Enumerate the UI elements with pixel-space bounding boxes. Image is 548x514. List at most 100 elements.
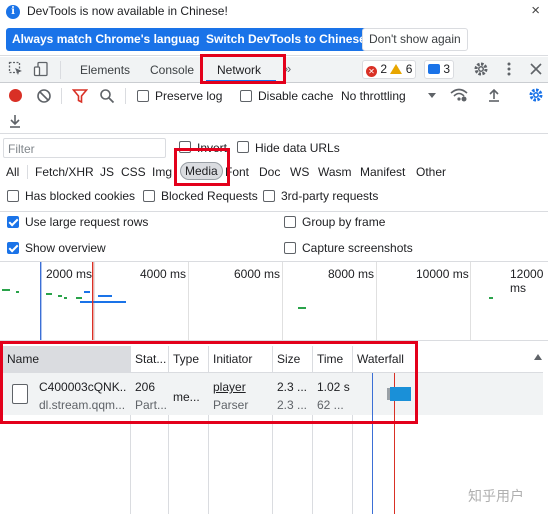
tab-elements[interactable]: Elements — [80, 63, 130, 77]
column-divider — [272, 346, 273, 514]
filter-type-media[interactable]: Media — [180, 162, 223, 180]
large-rows-checkbox[interactable] — [7, 216, 19, 228]
tab-divider — [60, 61, 61, 79]
switch-to-chinese-button[interactable]: Switch DevTools to Chinese — [200, 28, 372, 51]
import-har-icon[interactable] — [486, 87, 502, 103]
filter-type-css[interactable]: CSS — [121, 165, 146, 179]
hide-data-urls-checkbox[interactable] — [237, 141, 249, 153]
search-icon[interactable] — [99, 88, 115, 104]
capture-screenshots-checkbox[interactable] — [284, 242, 296, 254]
export-har-icon[interactable] — [7, 113, 23, 129]
request-type: me... — [173, 390, 200, 404]
always-match-language-button[interactable]: Always match Chrome's language — [6, 28, 213, 51]
column-header-size[interactable]: Size — [273, 346, 312, 372]
hide-data-urls-label: Hide data URLs — [255, 141, 340, 155]
filter-type-fetch-xhr[interactable]: Fetch/XHR — [35, 165, 94, 179]
column-divider — [208, 346, 209, 514]
preserve-log-checkbox[interactable] — [137, 90, 149, 102]
column-header-waterfall[interactable]: Waterfall — [353, 346, 433, 372]
toolbar-divider — [125, 88, 126, 104]
group-by-frame-label: Group by frame — [302, 215, 386, 229]
tab-console[interactable]: Console — [150, 63, 194, 77]
filter-type-img[interactable]: Img — [152, 165, 172, 179]
tab-network[interactable]: Network — [217, 63, 261, 77]
close-icon[interactable]: × — [531, 2, 540, 19]
device-toolbar-icon[interactable] — [33, 61, 49, 77]
invert-label: Invert — [197, 141, 228, 155]
active-tab-indicator — [206, 80, 276, 82]
toolbar-divider — [61, 88, 62, 104]
filter-type-font[interactable]: Font — [225, 165, 249, 179]
throttling-select[interactable]: No throttling — [341, 89, 406, 103]
message-count: 3 — [443, 62, 451, 76]
has-blocked-cookies-label: Has blocked cookies — [25, 189, 136, 203]
inspect-element-icon[interactable] — [8, 61, 24, 77]
group-by-frame-checkbox[interactable] — [284, 216, 296, 228]
show-overview-label: Show overview — [25, 241, 106, 255]
watermark: 知乎用户 — [468, 488, 524, 504]
error-icon: ✕ — [366, 66, 377, 77]
network-conditions-icon[interactable] — [450, 87, 468, 103]
third-party-label: 3rd-party requests — [281, 189, 379, 203]
more-tabs-icon[interactable]: » — [284, 61, 291, 76]
dom-content-loaded-marker — [372, 373, 374, 514]
overview-bars — [2, 262, 493, 340]
third-party-checkbox[interactable] — [263, 190, 275, 202]
message-icon — [428, 64, 440, 74]
filter-icon[interactable] — [72, 88, 88, 104]
info-icon: i — [6, 5, 20, 19]
column-header-initiator[interactable]: Initiator — [209, 346, 272, 372]
large-rows-label: Use large request rows — [25, 215, 149, 229]
warning-icon — [390, 64, 403, 74]
column-divider — [312, 346, 313, 514]
sort-ascending-icon[interactable] — [533, 353, 543, 361]
settings-gear-icon[interactable] — [473, 61, 489, 77]
column-header-status[interactable]: Stat... — [131, 346, 168, 372]
disable-cache-checkbox[interactable] — [240, 90, 252, 102]
column-divider — [352, 346, 353, 514]
blocked-requests-checkbox[interactable] — [143, 190, 155, 202]
column-header-type[interactable]: Type — [169, 346, 208, 372]
initiator-type: Parser — [213, 398, 249, 412]
show-overview-checkbox[interactable] — [7, 242, 19, 254]
disable-cache-label: Disable cache — [258, 89, 334, 103]
waterfall-download-bar[interactable] — [390, 387, 411, 401]
initiator-link[interactable]: player — [213, 380, 270, 394]
filter-type-other[interactable]: Other — [416, 165, 446, 179]
request-size: 2.3 ... — [277, 380, 308, 394]
record-button[interactable] — [9, 89, 22, 102]
filter-type-manifest[interactable]: Manifest — [360, 165, 405, 179]
request-status-text: Part... — [135, 398, 166, 412]
filter-input[interactable]: Filter — [3, 138, 166, 158]
column-divider — [130, 346, 131, 514]
request-status: 206 — [135, 380, 156, 394]
column-header-name[interactable]: Name — [3, 346, 130, 372]
messages-counter[interactable]: 3 — [424, 60, 455, 79]
clear-icon[interactable] — [36, 88, 52, 104]
filter-type-ws[interactable]: WS — [290, 165, 309, 179]
filter-type-wasm[interactable]: Wasm — [318, 165, 352, 179]
filter-type-doc[interactable]: Doc — [259, 165, 280, 179]
issues-counter[interactable]: ✕ 2 6 — [362, 60, 417, 79]
capture-screenshots-label: Capture screenshots — [302, 241, 413, 255]
language-banner: i DevTools is now available in Chinese! … — [0, 0, 548, 56]
warning-count: 6 — [405, 62, 413, 76]
banner-message: DevTools is now available in Chinese! — [27, 4, 228, 18]
more-options-icon[interactable] — [501, 61, 517, 77]
invert-checkbox[interactable] — [179, 141, 191, 153]
close-devtools-icon[interactable] — [528, 61, 544, 77]
chevron-down-icon[interactable] — [427, 92, 437, 100]
has-blocked-cookies-checkbox[interactable] — [7, 190, 19, 202]
column-header-time[interactable]: Time — [313, 346, 352, 372]
error-count: 2 — [380, 62, 388, 76]
request-domain: dl.stream.qqm... — [39, 398, 126, 412]
network-settings-icon[interactable] — [528, 87, 544, 103]
media-file-icon — [12, 384, 28, 404]
panel-tabbar: Elements Console Network » ✕ 2 6 3 — [0, 57, 548, 83]
filter-divider — [27, 165, 28, 179]
request-time: 1.02 s — [317, 380, 350, 394]
request-name: C400003cQNK... — [39, 380, 127, 394]
filter-type-all[interactable]: All — [6, 165, 19, 179]
dont-show-again-button[interactable]: Don't show again — [362, 28, 468, 51]
filter-type-js[interactable]: JS — [100, 165, 114, 179]
